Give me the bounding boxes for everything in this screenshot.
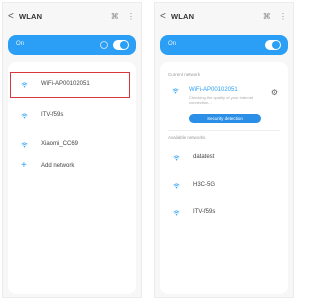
gear-icon[interactable]: ⚙ <box>271 88 278 98</box>
header-icons: ⌘ ⋮ <box>257 11 287 23</box>
network-item[interactable]: Xiaomi_CC69 <box>8 135 136 155</box>
wifi-icon <box>21 113 28 119</box>
divider <box>168 130 280 131</box>
back-arrow-icon[interactable]: < <box>8 11 14 23</box>
network-list-card: WiFi-AP00102051 ITV-f59s Xiaomi_CC69 + A… <box>8 62 136 294</box>
wifi-icon <box>21 142 28 148</box>
top-bar: < WLAN ⌘ ⋮ <box>3 3 141 33</box>
wlan-screen-left: < WLAN ⌘ ⋮ On WiFi-AP00102051 ITV-f59s X… <box>2 2 142 298</box>
wifi-icon <box>173 155 180 161</box>
network-name: WiFi-AP00102051 <box>41 81 90 87</box>
toggle-label: On <box>168 41 177 47</box>
network-name: H3C-5G <box>193 182 216 188</box>
available-networks-heading: Available networks <box>168 135 206 140</box>
network-name: Xiaomi_CC69 <box>41 141 79 147</box>
toggle-off-indicator-icon <box>100 41 108 49</box>
network-item[interactable]: WiFi-AP00102051 <box>8 75 136 95</box>
current-network-heading: Current network <box>168 72 201 77</box>
network-item[interactable]: H3C-5G <box>160 176 288 196</box>
wifi-icon <box>172 88 179 94</box>
header-icons: ⌘ ⋮ <box>105 11 135 23</box>
wifi-icon <box>173 210 180 216</box>
current-network-status: Checking the quality of your Internet co… <box>189 95 254 105</box>
wlan-toggle-bar[interactable]: On <box>160 35 288 55</box>
more-icon[interactable]: ⋮ <box>279 12 287 21</box>
page-title: WLAN <box>19 12 43 21</box>
wifi-icon <box>21 82 28 88</box>
network-item[interactable]: ITV-f59s <box>160 203 288 223</box>
wlan-toggle-bar[interactable]: On <box>8 35 136 55</box>
scan-icon[interactable]: ⌘ <box>263 12 271 21</box>
more-icon[interactable]: ⋮ <box>127 12 135 21</box>
security-detection-button[interactable]: Security detection <box>189 114 261 123</box>
network-name: ITV-f59s <box>193 209 216 215</box>
plus-icon: + <box>21 160 27 171</box>
add-network-button[interactable]: + Add network <box>8 157 136 177</box>
network-item[interactable]: ITV-f59s <box>8 106 136 126</box>
scan-icon[interactable]: ⌘ <box>111 12 119 21</box>
network-list-card: Current network WiFi-AP00102051 Checking… <box>160 62 288 294</box>
network-item[interactable]: datatest <box>160 148 288 168</box>
page-title: WLAN <box>171 12 195 21</box>
wifi-icon <box>173 183 180 189</box>
back-arrow-icon[interactable]: < <box>160 11 166 23</box>
network-name: datatest <box>193 154 215 160</box>
toggle-icon[interactable] <box>265 40 281 50</box>
top-bar: < WLAN ⌘ ⋮ <box>155 3 293 33</box>
current-network-name[interactable]: WiFi-AP00102051 <box>189 87 238 93</box>
toggle-icon[interactable] <box>113 40 129 50</box>
network-name: ITV-f59s <box>41 112 64 118</box>
add-network-label: Add network <box>41 163 75 169</box>
toggle-label: On <box>16 41 25 47</box>
wlan-screen-right: < WLAN ⌘ ⋮ On Current network WiFi-AP001… <box>154 2 294 298</box>
